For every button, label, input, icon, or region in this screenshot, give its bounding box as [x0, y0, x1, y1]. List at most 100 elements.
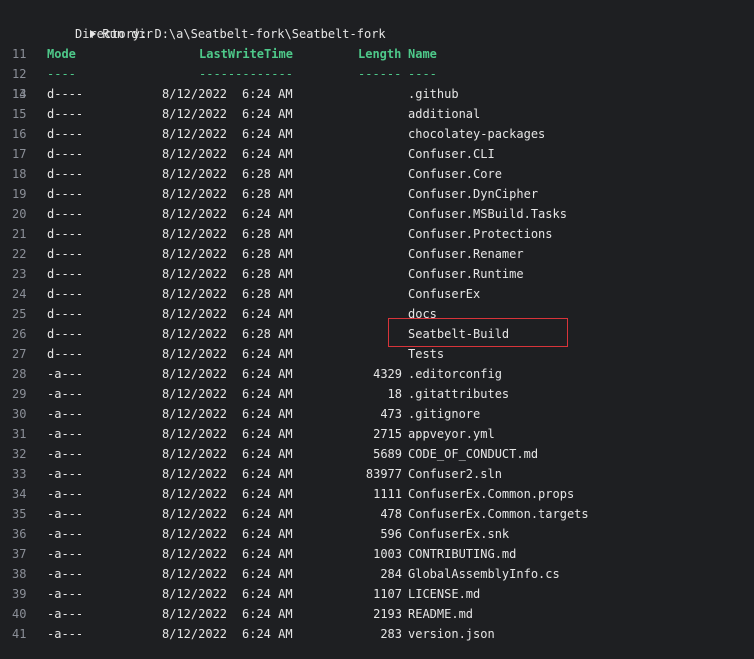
row-name: .gitattributes: [408, 387, 510, 401]
row-name: .editorconfig: [408, 367, 502, 381]
row-date: 8/12/2022: [162, 147, 228, 161]
row-mode: -a---: [47, 547, 84, 561]
row-name: GlobalAssemblyInfo.cs: [408, 567, 560, 581]
row-date: 8/12/2022: [162, 507, 228, 521]
row-name: Confuser.MSBuild.Tasks: [408, 207, 567, 221]
line-number: 29: [12, 387, 27, 401]
line-number: 25: [12, 307, 27, 321]
row-date: 8/12/2022: [162, 227, 228, 241]
row-date: 8/12/2022: [162, 107, 228, 121]
row-date: 8/12/2022: [162, 447, 228, 461]
row-name: .github: [408, 87, 459, 101]
row-mode: -a---: [47, 567, 84, 581]
row-time: 6:28 AM: [242, 247, 293, 261]
line-number: 23: [12, 267, 27, 281]
header-name: Name: [408, 47, 437, 61]
row-name: docs: [408, 307, 437, 321]
row-mode: d----: [47, 127, 84, 141]
listing-row: 34 -a--- 8/12/2022 6:24 AM 1111 ConfuserEx.Co…: [0, 484, 754, 504]
row-time: 6:24 AM: [242, 547, 293, 561]
row-time: 6:24 AM: [242, 107, 293, 121]
separator-line: 13 ---- ------------- ------ ----: [0, 64, 754, 101]
row-time: 6:24 AM: [242, 307, 293, 321]
row-name: Seatbelt-Build: [408, 327, 510, 341]
listing-row: 41 -a--- 8/12/2022 6:24 AM 283 version.json: [0, 624, 754, 644]
line-number: 32: [12, 447, 27, 461]
row-date: 8/12/2022: [162, 427, 228, 441]
row-length: 18: [387, 387, 402, 401]
line-number: 27: [12, 347, 27, 361]
line-number: 26: [12, 327, 27, 341]
row-time: 6:24 AM: [242, 467, 293, 481]
row-date: 8/12/2022: [162, 407, 228, 421]
row-time: 6:24 AM: [242, 147, 293, 161]
row-mode: -a---: [47, 467, 84, 481]
header-mode: Mode: [47, 47, 76, 61]
row-date: 8/12/2022: [162, 527, 228, 541]
row-time: 6:24 AM: [242, 447, 293, 461]
row-date: 8/12/2022: [162, 287, 228, 301]
row-time: 6:24 AM: [242, 587, 293, 601]
listing-row: 35 -a--- 8/12/2022 6:24 AM 478 ConfuserEx.Com…: [0, 504, 754, 524]
listing-row: 23 d---- 8/12/2022 6:28 AM Confuser.Runtime: [0, 264, 754, 284]
log-line: 11 Directory: D:\a\Seatbelt-fork\Seatbel…: [0, 24, 754, 61]
row-name: Confuser.Renamer: [408, 247, 524, 261]
row-name: Confuser2.sln: [408, 467, 502, 481]
row-length: 2193: [373, 607, 402, 621]
row-date: 8/12/2022: [162, 207, 228, 221]
row-length: 473: [380, 407, 402, 421]
row-date: 8/12/2022: [162, 87, 228, 101]
row-mode: -a---: [47, 447, 84, 461]
line-number: 40: [12, 607, 27, 621]
row-mode: -a---: [47, 507, 84, 521]
row-mode: -a---: [47, 367, 84, 381]
row-time: 6:28 AM: [242, 167, 293, 181]
row-date: 8/12/2022: [162, 167, 228, 181]
line-number: 22: [12, 247, 27, 261]
line-number: 15: [12, 107, 27, 121]
row-date: 8/12/2022: [162, 467, 228, 481]
row-length: 4329: [373, 367, 402, 381]
row-mode: -a---: [47, 527, 84, 541]
row-date: 8/12/2022: [162, 187, 228, 201]
line-number: 31: [12, 427, 27, 441]
line-number: 18: [12, 167, 27, 181]
row-date: 8/12/2022: [162, 487, 228, 501]
line-number: 24: [12, 287, 27, 301]
run-step-header[interactable]: Run dir: [0, 4, 754, 41]
row-length: 284: [380, 567, 402, 581]
listing-row: 16 d---- 8/12/2022 6:24 AM chocolatey-packag…: [0, 124, 754, 144]
row-date: 8/12/2022: [162, 327, 228, 341]
row-name: Confuser.Core: [408, 167, 502, 181]
line-number: 21: [12, 227, 27, 241]
row-time: 6:28 AM: [242, 187, 293, 201]
row-date: 8/12/2022: [162, 267, 228, 281]
row-date: 8/12/2022: [162, 247, 228, 261]
row-mode: d----: [47, 327, 84, 341]
row-mode: -a---: [47, 587, 84, 601]
row-mode: d----: [47, 347, 84, 361]
listing-row: 20 d---- 8/12/2022 6:24 AM Confuser.MSBuild.…: [0, 204, 754, 224]
row-mode: d----: [47, 147, 84, 161]
row-date: 8/12/2022: [162, 127, 228, 141]
row-name: CODE_OF_CONDUCT.md: [408, 447, 539, 461]
row-name: Confuser.CLI: [408, 147, 495, 161]
row-mode: d----: [47, 187, 84, 201]
row-name: additional: [408, 107, 481, 121]
separator-last-write-time: -------------: [199, 67, 293, 81]
row-date: 8/12/2022: [162, 567, 228, 581]
row-name: version.json: [408, 627, 495, 641]
row-date: 8/12/2022: [162, 387, 228, 401]
row-date: 8/12/2022: [162, 347, 228, 361]
row-time: 6:24 AM: [242, 87, 293, 101]
listing-row: 39 -a--- 8/12/2022 6:24 AM 1107 LICENSE.md: [0, 584, 754, 604]
row-mode: d----: [47, 227, 84, 241]
line-number: 35: [12, 507, 27, 521]
line-number: 20: [12, 207, 27, 221]
row-time: 6:28 AM: [242, 267, 293, 281]
listing-row: 37 -a--- 8/12/2022 6:24 AM 1003 CONTRIBUTING.…: [0, 544, 754, 564]
row-name: .gitignore: [408, 407, 481, 421]
row-time: 6:24 AM: [242, 127, 293, 141]
row-date: 8/12/2022: [162, 587, 228, 601]
listing-row: 29 -a--- 8/12/2022 6:24 AM 18 .gitattributes: [0, 384, 754, 404]
